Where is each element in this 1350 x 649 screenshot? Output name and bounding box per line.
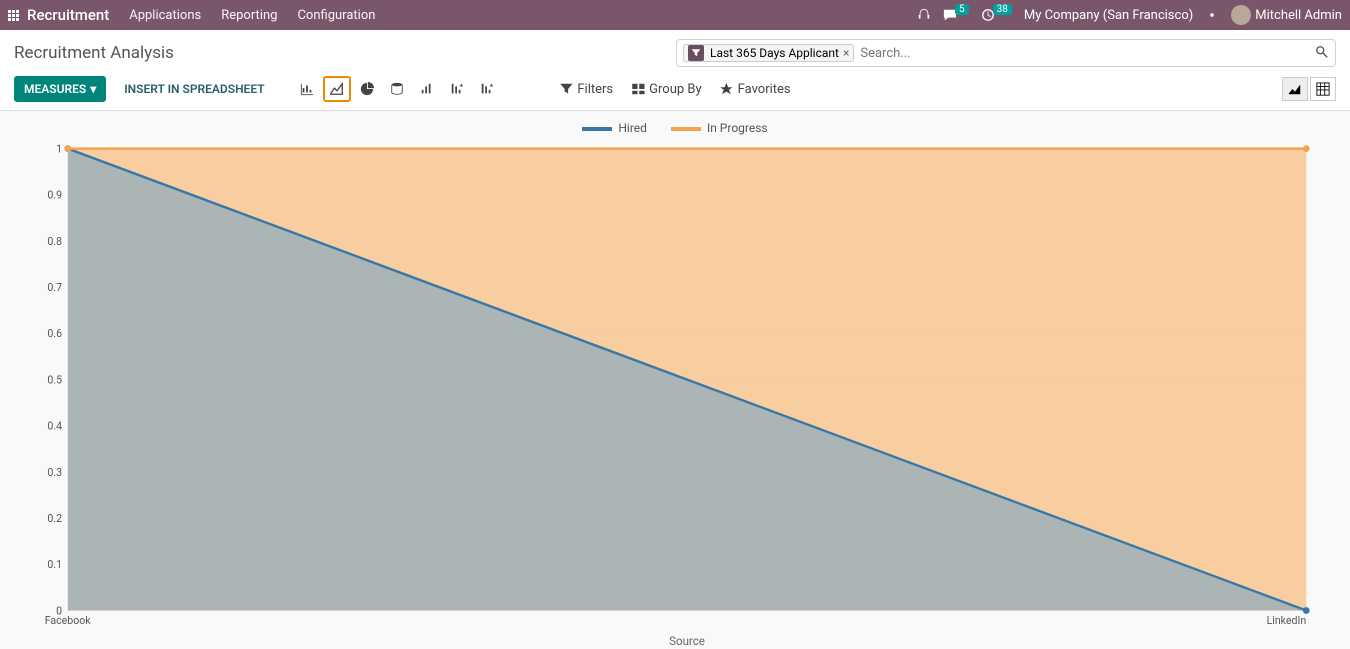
svg-text:0.2: 0.2 bbox=[47, 512, 62, 525]
svg-text:0.9: 0.9 bbox=[47, 189, 62, 202]
legend-label-1: In Progress bbox=[707, 121, 768, 135]
insert-spreadsheet-button[interactable]: Insert in Spreadsheet bbox=[114, 76, 274, 102]
messages-icon[interactable]: 5 bbox=[943, 8, 969, 22]
activities-badge: 38 bbox=[993, 4, 1012, 15]
apps-icon[interactable] bbox=[8, 10, 19, 21]
svg-text:0.5: 0.5 bbox=[47, 373, 62, 386]
company-selector[interactable]: My Company (San Francisco) bbox=[1024, 8, 1193, 23]
nav-reporting[interactable]: Reporting bbox=[221, 8, 277, 23]
control-panel: Recruitment Analysis Last 365 Days Appli… bbox=[0, 30, 1350, 111]
sort-desc1-button[interactable] bbox=[443, 76, 471, 102]
svg-text:0.8: 0.8 bbox=[47, 235, 62, 248]
search-input[interactable] bbox=[860, 46, 1315, 61]
chevron-down-icon: ▾ bbox=[90, 82, 96, 96]
filters-button[interactable]: Filters bbox=[559, 82, 613, 97]
remove-filter-icon[interactable]: × bbox=[843, 46, 849, 60]
svg-text:Facebook: Facebook bbox=[45, 614, 92, 627]
svg-text:1: 1 bbox=[56, 142, 62, 155]
chart-type-switcher bbox=[293, 76, 501, 102]
stacked-button[interactable] bbox=[383, 76, 411, 102]
page-title: Recruitment Analysis bbox=[14, 43, 174, 63]
svg-text:0.7: 0.7 bbox=[47, 281, 62, 294]
avatar bbox=[1231, 5, 1251, 25]
search-icon[interactable] bbox=[1315, 44, 1329, 63]
groupby-button[interactable]: Group By bbox=[631, 82, 702, 97]
nav-applications[interactable]: Applications bbox=[129, 8, 201, 23]
sort-asc-button[interactable] bbox=[413, 76, 441, 102]
top-navbar: Recruitment Applications Reporting Confi… bbox=[0, 0, 1350, 30]
pivot-view-button[interactable] bbox=[1310, 77, 1336, 101]
sort-desc2-button[interactable] bbox=[473, 76, 501, 102]
legend-item-in-progress[interactable]: In Progress bbox=[671, 121, 768, 135]
svg-text:LinkedIn: LinkedIn bbox=[1267, 614, 1307, 627]
graph-view-button[interactable] bbox=[1282, 77, 1308, 101]
measures-button[interactable]: Measures ▾ bbox=[14, 76, 106, 102]
debug-icon[interactable] bbox=[1205, 8, 1219, 22]
messages-badge: 5 bbox=[955, 4, 969, 15]
bar-chart-button[interactable] bbox=[293, 76, 321, 102]
groupby-label: Group By bbox=[649, 82, 702, 97]
svg-text:0.1: 0.1 bbox=[47, 558, 62, 571]
filters-label: Filters bbox=[577, 82, 613, 97]
activities-icon[interactable]: 38 bbox=[981, 8, 1012, 22]
chart-legend: Hired In Progress bbox=[14, 121, 1336, 135]
legend-item-hired[interactable]: Hired bbox=[582, 121, 647, 135]
favorites-button[interactable]: Favorites bbox=[720, 82, 791, 97]
svg-text:0.4: 0.4 bbox=[47, 420, 62, 433]
line-chart-button[interactable] bbox=[323, 76, 351, 102]
filter-icon bbox=[688, 45, 704, 61]
pie-chart-button[interactable] bbox=[353, 76, 381, 102]
filter-chip[interactable]: Last 365 Days Applicant × bbox=[683, 44, 854, 62]
user-name: Mitchell Admin bbox=[1255, 8, 1342, 23]
favorites-label: Favorites bbox=[738, 82, 791, 97]
legend-label-0: Hired bbox=[618, 121, 647, 135]
app-name[interactable]: Recruitment bbox=[27, 6, 109, 24]
chart-area: Hired In Progress 00.10.20.30.40.50.60.7… bbox=[0, 111, 1350, 649]
nav-configuration[interactable]: Configuration bbox=[297, 8, 375, 23]
svg-text:Source: Source bbox=[669, 634, 705, 648]
user-menu[interactable]: Mitchell Admin bbox=[1231, 5, 1342, 25]
svg-text:0.6: 0.6 bbox=[47, 327, 62, 340]
measures-label: Measures bbox=[24, 82, 86, 96]
support-icon[interactable] bbox=[917, 8, 931, 22]
line-chart: 00.10.20.30.40.50.60.70.80.91FacebookLin… bbox=[14, 139, 1336, 649]
filter-chip-label: Last 365 Days Applicant bbox=[710, 46, 839, 60]
search-bar[interactable]: Last 365 Days Applicant × bbox=[676, 39, 1336, 67]
svg-text:0.3: 0.3 bbox=[47, 466, 62, 479]
